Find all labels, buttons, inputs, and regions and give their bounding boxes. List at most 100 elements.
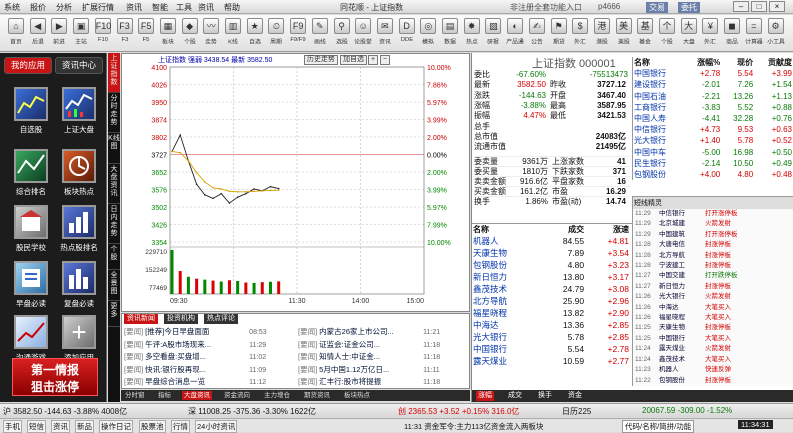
- news-row[interactable]: [要闻] 证监会:证金公司... 11:18: [298, 339, 468, 350]
- menu-extended[interactable]: 扩展行情: [82, 2, 114, 13]
- toolbar-button-1[interactable]: ◀ 后退: [26, 17, 50, 50]
- scroll-news[interactable]: 11:31 资金军令:主力113亿资金流入两板块: [404, 421, 543, 432]
- vtab-4[interactable]: 日内走势: [108, 204, 120, 244]
- sector-row[interactable]: 包钢股份 4.80 +3.23: [472, 259, 630, 271]
- tick-row[interactable]: 11:29 北京城建 火箭发射: [633, 219, 793, 229]
- app-watchlist[interactable]: 自选股: [10, 87, 52, 135]
- bottom-item-5[interactable]: 股票池: [139, 420, 166, 433]
- news-bottom-tab-3[interactable]: 资金流向: [222, 391, 252, 400]
- sector-row[interactable]: 中海达 13.36 +2.85: [472, 319, 630, 331]
- tick-row[interactable]: 11:29 中信银行 打开涨停板: [633, 209, 793, 219]
- toolbar-button-12[interactable]: ⏲ 周期: [264, 17, 288, 50]
- toolbar-button-5[interactable]: F3 F3: [113, 17, 137, 50]
- news-row[interactable]: [要闻] 多空看盘:买盘增... 11:02: [124, 351, 294, 362]
- code-search-input[interactable]: 代码/名称/简拼/功能: [622, 420, 695, 433]
- news-bottom-tab-1[interactable]: 指标: [156, 391, 173, 400]
- rank-header-cell[interactable]: 现价: [721, 57, 754, 68]
- toolbar-button-6[interactable]: F5 F5: [134, 17, 158, 50]
- toolbar-button-21[interactable]: ✸ 热点: [460, 17, 484, 50]
- vtab-6[interactable]: 全景图: [108, 270, 120, 301]
- news-bottom-tab-5[interactable]: 期货资讯: [302, 391, 332, 400]
- tick-row[interactable]: 11:25 中国银行 大笔买入: [633, 334, 793, 344]
- menu-help[interactable]: 帮助: [224, 2, 240, 13]
- sector-row[interactable]: 天康生物 7.89 +3.54: [472, 247, 630, 259]
- menu-trade[interactable]: 资讯: [126, 2, 142, 13]
- news-bottom-tab-4[interactable]: 主力增仓: [262, 391, 292, 400]
- intraday-chart[interactable]: 上证指数 强弱 3438.54 最新 3582.50 历史走势 加自选 + − …: [121, 53, 470, 312]
- order-button[interactable]: 委托: [678, 2, 700, 13]
- rank-row[interactable]: 工商银行 -3.83 5.52 +0.88: [633, 102, 793, 113]
- tick-row[interactable]: 11:22 包钢股份 封涨停板: [633, 376, 793, 386]
- news-row[interactable]: [要闻] 知情人士:中证金... 11:18: [298, 351, 468, 362]
- toolbar-button-16[interactable]: ☺ 论股堂: [351, 17, 375, 50]
- sector-row[interactable]: 光大银行 5.78 +2.85: [472, 331, 630, 343]
- menu-analysis[interactable]: 分析: [56, 2, 72, 13]
- toolbar-button-32[interactable]: ¥ 外汇: [698, 17, 722, 50]
- tick-row[interactable]: 11:24 露天煤业 火箭发射: [633, 344, 793, 354]
- app-add[interactable]: + 添加应用: [58, 315, 100, 363]
- menu-system[interactable]: 系统: [4, 2, 20, 13]
- rank-row[interactable]: 中信银行 +4.73 9.53 +0.63: [633, 124, 793, 135]
- toolbar-button-11[interactable]: ★ 自选: [243, 17, 267, 50]
- tab-news-center[interactable]: 资讯中心: [55, 57, 103, 74]
- toolbar-button-19[interactable]: ◎ 模拟: [416, 17, 440, 50]
- menu-quote[interactable]: 报价: [30, 2, 46, 13]
- toolbar-button-24[interactable]: ✍ 公告: [525, 17, 549, 50]
- bottom-item-7[interactable]: 24小时资讯: [195, 420, 238, 433]
- sector-row[interactable]: 中国银行 5.54 +2.78: [472, 343, 630, 355]
- rank-row[interactable]: 中国银行 +2.78 5.54 +3.99: [633, 68, 793, 79]
- rank-row[interactable]: 民生银行 -2.14 10.50 +0.49: [633, 158, 793, 169]
- toolbar-button-14[interactable]: ✎ 画线: [308, 17, 332, 50]
- minimize-icon[interactable]: –: [733, 1, 749, 12]
- rank-header-cell[interactable]: 涨幅%: [684, 57, 722, 68]
- news-row[interactable]: [要闻] 快讯:银行股再现... 11:09: [124, 364, 294, 375]
- sector-row[interactable]: 北方导航 25.90 +2.96: [472, 295, 630, 307]
- promo-banner[interactable]: 第一情报 狙击涨停: [12, 358, 98, 396]
- app-game[interactable]: 沟通游戏: [10, 315, 52, 363]
- toolbar-button-34[interactable]: = 计算器: [742, 17, 766, 50]
- sz-index-status[interactable]: 深 11008.25 -375.36 -3.30% 1622亿: [188, 406, 316, 417]
- tick-row[interactable]: 11:25 天康生物 封涨停板: [633, 323, 793, 333]
- toolbar-button-9[interactable]: 〰走势: [199, 17, 223, 50]
- app-review[interactable]: 复盘必读: [58, 261, 100, 309]
- toolbar-button-28[interactable]: 美美股: [612, 17, 636, 50]
- app-morning[interactable]: 早盘必读: [10, 261, 52, 309]
- news-row[interactable]: [要闻] 午评:A股市场现来... 11:29: [124, 339, 294, 350]
- sector-row[interactable]: 新日恒力 13.80 +3.17: [472, 271, 630, 283]
- rank-row[interactable]: 中国石油 -2.21 13.26 +1.13: [633, 91, 793, 102]
- news-row[interactable]: [要闻] 内蒙古26家上市公司... 11:21: [298, 326, 468, 337]
- toolbar-button-13[interactable]: F9 F9/F9: [286, 17, 310, 50]
- vtab-2[interactable]: K线图: [108, 133, 120, 164]
- sector-row[interactable]: 机器人 84.55 +4.81: [472, 235, 630, 247]
- toolbar-button-8[interactable]: ◆ 个股: [178, 17, 202, 50]
- tick-row[interactable]: 11:29 中国建筑 打开涨停板: [633, 230, 793, 240]
- bottom-item-0[interactable]: 手机: [3, 420, 22, 433]
- trade-button[interactable]: 交易: [646, 2, 668, 13]
- calendar-status[interactable]: 日历225: [562, 406, 591, 417]
- toolbar-button-4[interactable]: F10 F10: [91, 17, 115, 50]
- tick-row[interactable]: 11:27 中国交建 打开跌停板: [633, 271, 793, 281]
- toolbar-button-2[interactable]: ▶ 前进: [47, 17, 71, 50]
- news-row[interactable]: [要闻] 早盘综合消息一览 11:12: [124, 376, 294, 387]
- tick-row[interactable]: 11:28 大唐电信 封涨停板: [633, 240, 793, 250]
- bottom-item-3[interactable]: 新品: [75, 420, 94, 433]
- vtab-0[interactable]: 上证指数: [108, 53, 120, 93]
- vtab-5[interactable]: 个股: [108, 244, 120, 270]
- toolbar-button-31[interactable]: 大大盘: [677, 17, 701, 50]
- sector-header-cell[interactable]: 名称: [472, 224, 541, 235]
- toolbar-button-0[interactable]: ⌂ 首页: [4, 17, 28, 50]
- menu-smart[interactable]: 智能: [152, 2, 168, 13]
- toolbar-button-20[interactable]: ▤ 数据: [438, 17, 462, 50]
- quote-tab-1[interactable]: 成交: [506, 391, 524, 401]
- sector-header-cell[interactable]: 成交: [541, 224, 585, 235]
- sector-row[interactable]: 鑫茂技术 24.79 +3.08: [472, 283, 630, 295]
- app-hot-rank[interactable]: 热点股排名: [58, 205, 100, 253]
- vtab-7[interactable]: 更多: [108, 301, 120, 327]
- rank-header-cell[interactable]: 名称: [633, 57, 684, 68]
- right-index-status[interactable]: 20067.59 -309.00 -1.52%: [642, 406, 732, 415]
- tab-news[interactable]: 资讯新闻: [124, 314, 158, 324]
- toolbar-button-3[interactable]: ▣ 主站: [69, 17, 93, 50]
- tick-row[interactable]: 11:26 福星晓程 大笔买入: [633, 313, 793, 323]
- app-sector-hot[interactable]: 板块热点: [58, 149, 100, 197]
- login-status[interactable]: 非注册全套功能入口: [510, 2, 582, 13]
